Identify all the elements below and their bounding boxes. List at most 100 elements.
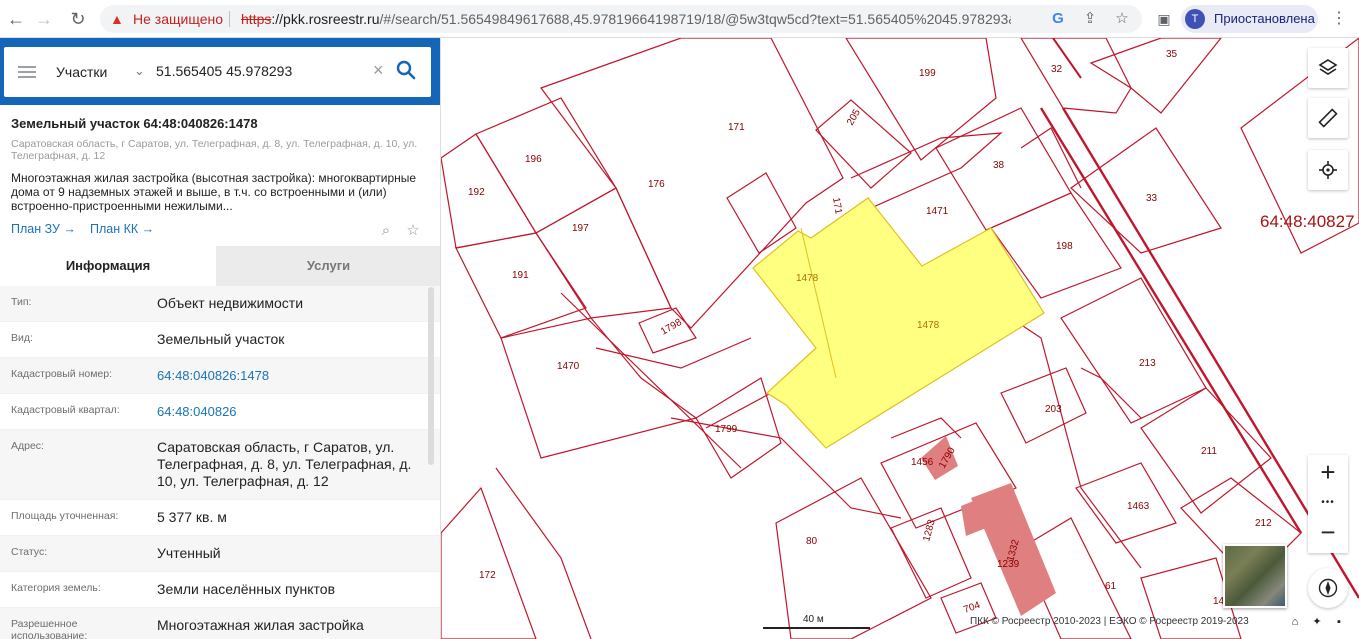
- parcel-label-213: 213: [1139, 358, 1156, 369]
- info-key: Категория земель:: [11, 582, 101, 594]
- search-document-icon[interactable]: ⌕: [377, 222, 395, 240]
- tab-services[interactable]: Услуги: [216, 246, 440, 286]
- parcel-label-192: 192: [468, 187, 485, 198]
- cadastral-quarter-link[interactable]: 64:48:040826: [157, 394, 427, 429]
- plan-kk-link[interactable]: План КК →: [90, 222, 154, 236]
- address-bar[interactable]: ▲ Не защищено https://pkk.rosreestr.ru/#…: [100, 5, 1142, 33]
- browser-toolbar: ← → ↻ ▲ Не защищено https://pkk.rosreest…: [0, 0, 1359, 38]
- parcel-label-197: 197: [572, 223, 589, 234]
- info-value: Многоэтажная жилая застройка: [157, 617, 364, 633]
- clear-icon[interactable]: ×: [373, 59, 384, 81]
- info-key: Адрес:: [11, 440, 44, 452]
- parcel-label-198: 198: [1056, 241, 1073, 252]
- info-value: Земельный участок: [157, 331, 285, 347]
- search-icon[interactable]: [395, 59, 417, 81]
- parcel-label-1470: 1470: [557, 361, 580, 372]
- parcel-label-171: 171: [728, 122, 745, 133]
- more-options-button[interactable]: •••: [1308, 493, 1348, 513]
- side-panel-icon[interactable]: ▣: [1152, 7, 1176, 31]
- info-row: Категория земель: Земли населённых пункто…: [0, 572, 440, 608]
- layers-icon: [1318, 59, 1338, 75]
- info-row: Площадь уточненная: 5 377 кв. м: [0, 500, 440, 536]
- search-box: Участки ⌄ ×: [4, 47, 431, 97]
- parcel-label-176: 176: [648, 179, 665, 190]
- info-row: Разрешенное использование: Многоэтажная ж…: [0, 608, 440, 639]
- info-table: Тип: Объект недвижимости Вид: Земельный уч…: [0, 286, 440, 639]
- parcel-label-191: 191: [512, 270, 529, 281]
- cadastral-number-link[interactable]: 64:48:040826:1478: [157, 358, 427, 393]
- parcel-label-172: 172: [479, 570, 496, 581]
- parcel-label-1799: 1799: [715, 424, 738, 435]
- parcel-label-80: 80: [806, 536, 818, 547]
- panel-scrollbar[interactable]: [428, 287, 434, 465]
- satellite-minimap[interactable]: [1223, 544, 1287, 608]
- insecure-label[interactable]: Не защищено: [133, 11, 223, 27]
- crosshair-icon: [1319, 161, 1337, 179]
- zoom-out-button[interactable]: −: [1308, 517, 1348, 547]
- ruler-button[interactable]: [1308, 98, 1348, 138]
- bookmark-star-icon[interactable]: ☆: [1112, 9, 1132, 29]
- map-canvas[interactable]: 199 32 35 171 205 196 176 38 192 171 1471 33 197 1478…: [441, 38, 1359, 639]
- url-text[interactable]: https://pkk.rosreestr.ru/#/search/51.565…: [241, 11, 1011, 27]
- parcel-label-1463: 1463: [1127, 501, 1150, 512]
- location-pin-icon[interactable]: ✦: [1310, 615, 1324, 629]
- map-legend-icon[interactable]: ▪: [1332, 615, 1346, 629]
- info-panel: Участки ⌄ × Земельный участок 64:48:0408…: [0, 38, 441, 639]
- info-key: Разрешенное использование:: [11, 618, 88, 639]
- ruler-icon: [1318, 108, 1338, 128]
- url-path: /#/search/51.56549849617688,45.978196641…: [379, 11, 1011, 27]
- compass-button[interactable]: [1308, 568, 1348, 608]
- layers-button[interactable]: [1308, 48, 1348, 88]
- map-copyright: ПКК © Росреестр 2010-2023 | ЕЭКО © Росре…: [970, 616, 1249, 627]
- parcel-label-35: 35: [1166, 49, 1178, 60]
- parcel-label-1283: 1283: [921, 518, 937, 543]
- parcel-label-196: 196: [525, 154, 542, 165]
- parcel-label-704: 704: [962, 600, 982, 616]
- parcel-label-1456: 1456: [911, 457, 934, 468]
- profile-status: Приостановлена: [1214, 11, 1315, 26]
- parcel-label-212: 212: [1255, 518, 1272, 529]
- parcel-label-1239: 1239: [997, 559, 1020, 570]
- reload-icon[interactable]: ↻: [66, 7, 90, 31]
- info-row: Кадастровый номер: 64:48:040826:1478: [0, 358, 440, 394]
- cadastral-map[interactable]: 199 32 35 171 205 196 176 38 192 171 1471 33 197 1478…: [441, 38, 1359, 639]
- parcel-label-1478: 1478: [917, 320, 940, 331]
- info-key: Площадь уточненная:: [11, 510, 119, 522]
- chevron-down-icon[interactable]: ⌄: [134, 62, 145, 80]
- zoom-in-button[interactable]: +: [1308, 457, 1348, 487]
- selected-parcel-1478: [752, 197, 1045, 449]
- parcel-label-1471: 1471: [926, 206, 949, 217]
- info-key: Статус:: [11, 546, 48, 558]
- locate-button[interactable]: [1308, 150, 1348, 190]
- profile-button[interactable]: T Приостановлена: [1181, 5, 1318, 33]
- parcel-label-38: 38: [993, 160, 1005, 171]
- search-input[interactable]: [156, 59, 370, 83]
- url-host: ://pkk.rosreestr.ru: [271, 11, 380, 27]
- zoom-control: + ••• −: [1308, 455, 1348, 553]
- info-row: Адрес: Саратовская область, г Саратов, ул…: [0, 430, 440, 500]
- forward-icon[interactable]: →: [32, 7, 56, 31]
- avatar: T: [1185, 9, 1205, 29]
- search-type-select[interactable]: Участки: [56, 63, 107, 81]
- share-icon[interactable]: ⇪: [1080, 9, 1100, 29]
- favorite-star-icon[interactable]: ☆: [404, 222, 422, 240]
- parcel-label-33: 33: [1146, 193, 1158, 204]
- info-key: Вид:: [11, 332, 33, 344]
- parcel-label-61: 61: [1105, 581, 1117, 592]
- plan-zu-link[interactable]: План ЗУ →: [11, 222, 76, 236]
- info-row: Статус: Учтенный: [0, 536, 440, 572]
- tab-info[interactable]: Информация: [0, 246, 216, 286]
- warning-icon[interactable]: ▲: [110, 11, 124, 27]
- divider: [229, 11, 230, 27]
- parcel-label-211: 211: [1201, 446, 1217, 457]
- parcel-label-171: 171: [830, 197, 844, 216]
- browser-menu-icon[interactable]: ⋮: [1327, 7, 1351, 31]
- menu-icon[interactable]: [18, 63, 36, 81]
- google-translate-icon[interactable]: G: [1048, 9, 1068, 29]
- info-row: Тип: Объект недвижимости: [0, 286, 440, 322]
- home-icon[interactable]: ⌂: [1288, 615, 1302, 629]
- compass-icon: [1318, 578, 1338, 598]
- info-row: Вид: Земельный участок: [0, 322, 440, 358]
- back-icon[interactable]: ←: [4, 7, 28, 31]
- info-value: Земли населённых пунктов: [157, 581, 336, 597]
